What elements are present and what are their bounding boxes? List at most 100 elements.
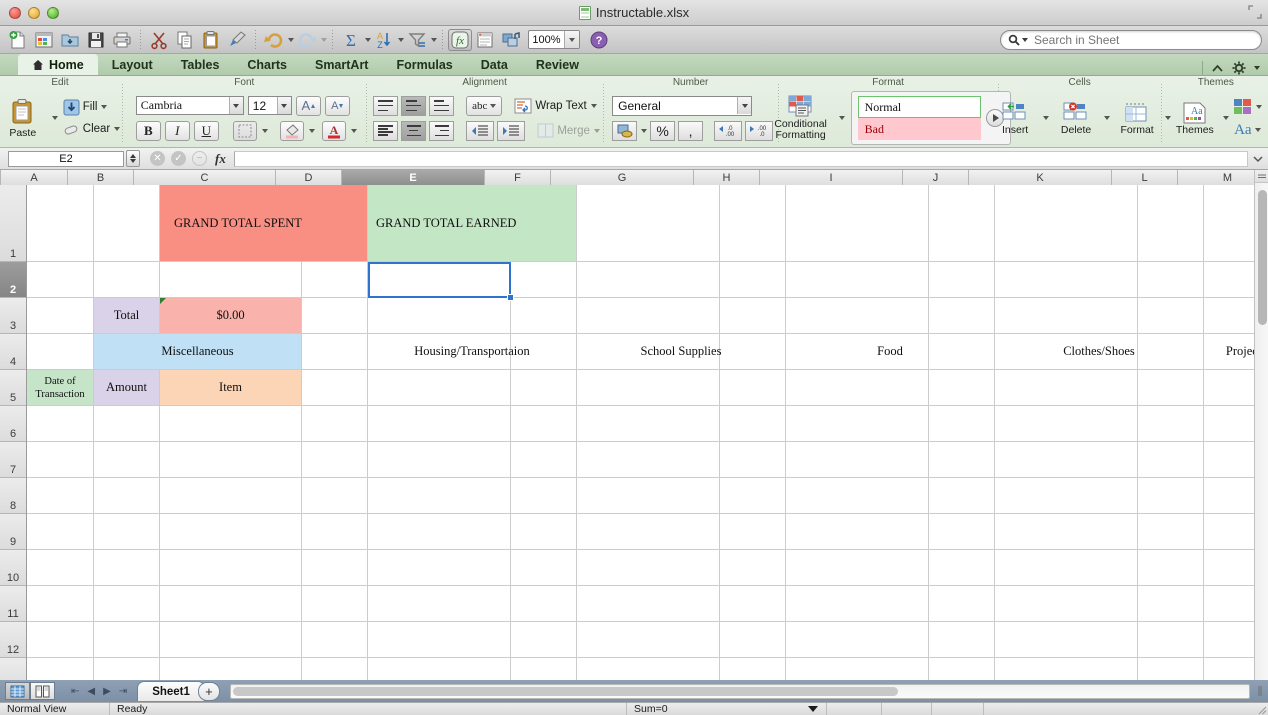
align-bottom-button[interactable] [429,95,455,116]
cell-L9[interactable] [1138,514,1204,550]
cell-E3[interactable] [368,298,511,334]
chevron-up-icon[interactable] [1211,63,1224,74]
cell-A12[interactable] [27,622,94,658]
cell-G9[interactable] [577,514,720,550]
cell-F2[interactable] [511,262,577,298]
search-input[interactable] [1028,33,1261,47]
cell-F9[interactable] [511,514,577,550]
column-header-k[interactable]: K [969,170,1112,185]
column-header-g[interactable]: G [551,170,694,185]
cell-G7[interactable] [577,442,720,478]
insert-caret[interactable] [1043,116,1050,120]
formula-builder-icon[interactable]: fx [448,28,472,51]
cell-D8[interactable] [302,478,368,514]
cell-L3[interactable] [1138,298,1204,334]
cell-B5[interactable]: Amount [94,370,160,406]
scroll-split-handle[interactable] [1255,170,1268,183]
fill-button[interactable]: Fill [63,99,120,116]
horizontal-scrollbar[interactable] [229,683,1250,699]
row-header-1[interactable]: 1 [0,185,26,262]
cell-E7[interactable] [368,442,511,478]
cell-L6[interactable] [1138,406,1204,442]
style-bad[interactable]: Bad [857,118,981,140]
merge-caret[interactable] [593,128,600,133]
cell-J6[interactable] [929,406,995,442]
redo-dropdown-caret[interactable] [321,37,327,42]
cell-A8[interactable] [27,478,94,514]
cell-G6[interactable] [577,406,720,442]
row-header-8[interactable]: 8 [0,478,26,514]
cell-C13[interactable] [160,658,302,680]
cell-K5[interactable] [995,370,1138,406]
column-header-j[interactable]: J [903,170,969,185]
hscroll-split-handle[interactable] [1252,685,1268,697]
cell-B6[interactable] [94,406,160,442]
search-box[interactable] [1000,30,1262,50]
cell-F6[interactable] [511,406,577,442]
tab-smartart[interactable]: SmartArt [301,54,383,75]
undo-icon[interactable] [261,28,287,52]
cell-C10[interactable] [160,550,302,586]
sort-az-icon[interactable]: A Z [371,28,397,52]
cell-F10[interactable] [511,550,577,586]
help-question-icon[interactable]: ? [586,28,612,52]
horizontal-scroll-thumb[interactable] [232,686,898,696]
wrap-text-button[interactable]: Wrap Text [514,98,597,114]
align-middle-button[interactable] [401,95,427,116]
zoom-dropdown-caret[interactable] [564,31,579,48]
borders-dropdown-caret[interactable] [261,128,268,133]
cell-L7[interactable] [1138,442,1204,478]
delete-cells-button[interactable]: Delete [1053,101,1099,136]
cell-E1[interactable]: GRAND TOTAL EARNED [368,185,577,262]
column-header-i[interactable]: I [760,170,903,185]
cell-area[interactable]: GRAND TOTAL SPENT GRAND TOTAL EARNED Total… [27,185,1268,680]
number-format-caret[interactable] [737,97,752,114]
print-icon[interactable] [109,28,135,52]
row-header-6[interactable]: 6 [0,406,26,442]
paste-dropdown-caret[interactable] [51,116,58,120]
cell-E2[interactable] [368,262,511,298]
font-size-select[interactable]: 12 [247,96,292,115]
column-header-f[interactable]: F [485,170,551,185]
cell-D6[interactable] [302,406,368,442]
cell-D13[interactable] [302,658,368,680]
filter-dropdown-caret[interactable] [431,37,437,42]
cell-D3[interactable] [302,298,368,334]
search-magnifier-icon[interactable] [1008,34,1028,46]
font-color-button[interactable]: A [321,120,346,141]
cell-J9[interactable] [929,514,995,550]
cell-E12[interactable] [368,622,511,658]
cell-C5[interactable]: Item [160,370,302,406]
cell-E4[interactable]: Housing/Transportaion [368,334,577,370]
redo-icon[interactable] [294,28,320,52]
cell-I3[interactable] [786,298,929,334]
cell-D5[interactable] [302,370,368,406]
increase-decimal-button[interactable]: .0 .00 [714,120,743,141]
wrap-text-caret[interactable] [590,103,597,108]
cell-C3[interactable]: $0.00 [160,298,302,334]
currency-format-button[interactable] [612,120,638,141]
formula-input[interactable] [233,150,1248,167]
cell-J12[interactable] [929,622,995,658]
increase-indent-button[interactable] [497,120,526,141]
cell-A10[interactable] [27,550,94,586]
cell-I11[interactable] [786,586,929,622]
borders-button[interactable] [232,120,257,141]
media-browser-icon[interactable] [498,28,524,52]
cell-H12[interactable] [720,622,786,658]
cell-F8[interactable] [511,478,577,514]
cell-F3[interactable] [511,298,577,334]
cell-I6[interactable] [786,406,929,442]
cell-H1[interactable] [720,185,786,262]
cell-C12[interactable] [160,622,302,658]
comma-format-button[interactable]: , [678,120,704,141]
close-button[interactable] [9,6,21,19]
column-header-b[interactable]: B [68,170,134,185]
cell-K12[interactable] [995,622,1138,658]
font-family-select[interactable]: Cambria [135,96,244,115]
cell-I5[interactable] [786,370,929,406]
cell-L12[interactable] [1138,622,1204,658]
cell-H9[interactable] [720,514,786,550]
conditional-formatting-caret[interactable] [838,116,845,120]
cut-scissors-icon[interactable] [146,28,172,52]
